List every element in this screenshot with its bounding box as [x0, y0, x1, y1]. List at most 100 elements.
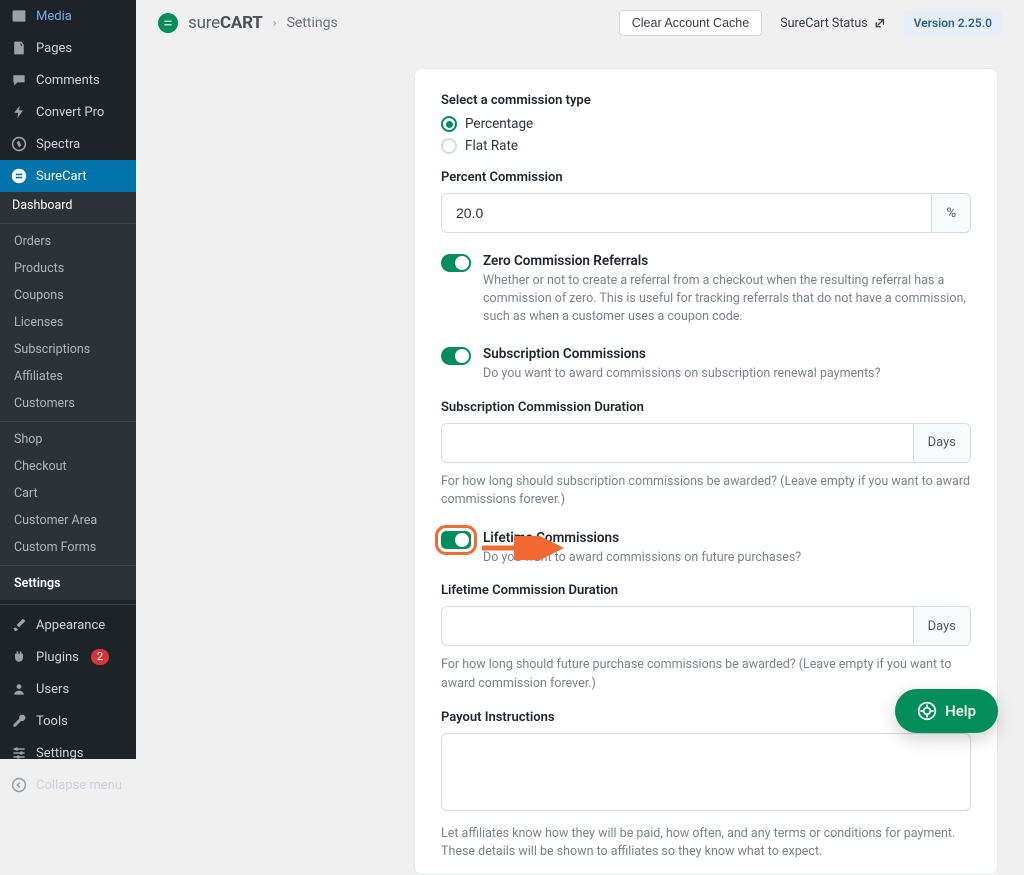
sidebar-label: Comments [36, 73, 100, 88]
sidebar-item-media[interactable]: Media [0, 0, 136, 32]
submenu-custom-forms[interactable]: Custom Forms [0, 534, 136, 561]
submenu-subscriptions[interactable]: Subscriptions [0, 336, 136, 363]
clear-cache-button[interactable]: Clear Account Cache [619, 10, 762, 36]
subscription-duration-field: Days [441, 423, 971, 463]
zero-commission-row: Zero Commission Referrals Whether or not… [441, 253, 971, 326]
subscription-duration-input[interactable] [442, 424, 913, 462]
submenu-shop[interactable]: Shop [0, 426, 136, 453]
breadcrumb-page: Settings [287, 15, 338, 31]
percent-commission-field: % [441, 193, 971, 233]
sidebar-item-settings[interactable]: Settings [0, 737, 136, 769]
sidebar-item-appearance[interactable]: Appearance [0, 609, 136, 641]
main-panel: sureCART › Settings Clear Account Cache … [136, 0, 1024, 759]
bolt-icon [10, 103, 28, 121]
collapse-icon [10, 776, 28, 794]
media-icon [10, 7, 28, 25]
submenu-customers[interactable]: Customers [0, 390, 136, 417]
wp-admin-sidebar: Media Pages Comments Convert Pro Spectra… [0, 0, 136, 759]
surecart-submenu: Dashboard Orders Products Coupons Licens… [0, 192, 136, 600]
sidebar-item-tools[interactable]: Tools [0, 705, 136, 737]
radio-label: Flat Rate [465, 138, 518, 154]
sidebar-label: Settings [36, 746, 83, 761]
submenu-checkout[interactable]: Checkout [0, 453, 136, 480]
sidebar-label: Collapse menu [36, 778, 122, 793]
zero-commission-title: Zero Commission Referrals [483, 253, 971, 269]
lifetime-duration-helper: For how long should future purchase comm… [441, 656, 971, 694]
submenu-customer-area[interactable]: Customer Area [0, 507, 136, 534]
zero-commission-toggle[interactable] [441, 254, 471, 272]
surecart-logo-icon [158, 13, 178, 33]
submenu-settings[interactable]: Settings [0, 570, 136, 597]
sidebar-item-surecart[interactable]: SureCart [0, 160, 136, 192]
divider [0, 421, 136, 422]
radio-unselected-icon [441, 138, 457, 154]
payout-instructions-label: Payout Instructions [441, 710, 971, 725]
sidebar-label: Appearance [36, 618, 105, 633]
submenu-coupons[interactable]: Coupons [0, 282, 136, 309]
sidebar-label: SureCart [36, 169, 87, 184]
subscription-commission-desc: Do you want to award commissions on subs… [483, 365, 881, 383]
commission-settings-card: Select a commission type Percentage Flat… [414, 68, 998, 875]
submenu-dashboard[interactable]: Dashboard [0, 192, 136, 219]
lifetime-commission-title: Lifetime Commissions [483, 530, 801, 546]
sidebar-item-users[interactable]: Users [0, 673, 136, 705]
lifetime-commission-toggle[interactable] [441, 531, 471, 549]
subscription-commission-title: Subscription Commissions [483, 346, 881, 362]
content-wrap: Select a commission type Percentage Flat… [414, 68, 998, 875]
subscription-commission-toggle[interactable] [441, 347, 471, 365]
subscription-commission-row: Subscription Commissions Do you want to … [441, 346, 971, 383]
sidebar-item-comments[interactable]: Comments [0, 64, 136, 96]
submenu-cart[interactable]: Cart [0, 480, 136, 507]
subscription-duration-label: Subscription Commission Duration [441, 400, 971, 415]
external-link-icon [873, 17, 886, 30]
sidebar-label: Spectra [36, 137, 80, 152]
brand-text: sureCART [188, 13, 263, 33]
radio-selected-icon [441, 116, 457, 132]
radio-flat-rate[interactable]: Flat Rate [441, 138, 971, 154]
sidebar-label: Users [36, 682, 69, 697]
divider [0, 223, 136, 224]
submenu-licenses[interactable]: Licenses [0, 309, 136, 336]
sidebar-item-pages[interactable]: Pages [0, 32, 136, 64]
percent-commission-input[interactable] [442, 194, 931, 232]
submenu-affiliates[interactable]: Affiliates [0, 363, 136, 390]
comment-icon [10, 71, 28, 89]
update-badge: 2 [91, 649, 109, 665]
plug-icon [10, 648, 28, 666]
help-label: Help [945, 702, 976, 720]
lifetime-duration-input[interactable] [442, 607, 913, 645]
sidebar-label: Media [36, 9, 72, 24]
help-button[interactable]: Help [895, 689, 998, 733]
submenu-products[interactable]: Products [0, 255, 136, 282]
wrench-icon [10, 712, 28, 730]
brush-icon [10, 616, 28, 634]
radio-percentage[interactable]: Percentage [441, 116, 971, 132]
divider [0, 604, 136, 605]
days-suffix: Days [913, 607, 970, 645]
sidebar-item-convertpro[interactable]: Convert Pro [0, 96, 136, 128]
chevron-right-icon: › [273, 16, 277, 31]
help-icon [917, 701, 937, 721]
surecart-status-link[interactable]: SureCart Status [772, 11, 893, 36]
percent-suffix: % [931, 194, 970, 232]
sliders-icon [10, 744, 28, 762]
zero-commission-desc: Whether or not to create a referral from… [483, 272, 971, 326]
user-icon [10, 680, 28, 698]
spectra-icon [10, 135, 28, 153]
payout-instructions-textarea[interactable] [441, 733, 971, 811]
page-icon [10, 39, 28, 57]
sidebar-item-plugins[interactable]: Plugins 2 [0, 641, 136, 673]
sidebar-label: Tools [36, 714, 68, 729]
submenu-orders[interactable]: Orders [0, 228, 136, 255]
collapse-menu[interactable]: Collapse menu [0, 769, 136, 801]
commission-type-label: Select a commission type [441, 93, 971, 108]
percent-commission-label: Percent Commission [441, 170, 971, 185]
lifetime-duration-field: Days [441, 606, 971, 646]
sidebar-item-spectra[interactable]: Spectra [0, 128, 136, 160]
days-suffix: Days [913, 424, 970, 462]
lifetime-duration-label: Lifetime Commission Duration [441, 583, 971, 598]
lifetime-commission-desc: Do you want to award commissions on futu… [483, 549, 801, 567]
surecart-icon [10, 167, 28, 185]
payout-instructions-helper: Let affiliates know how they will be pai… [441, 825, 971, 863]
sidebar-label: Plugins [36, 650, 79, 665]
